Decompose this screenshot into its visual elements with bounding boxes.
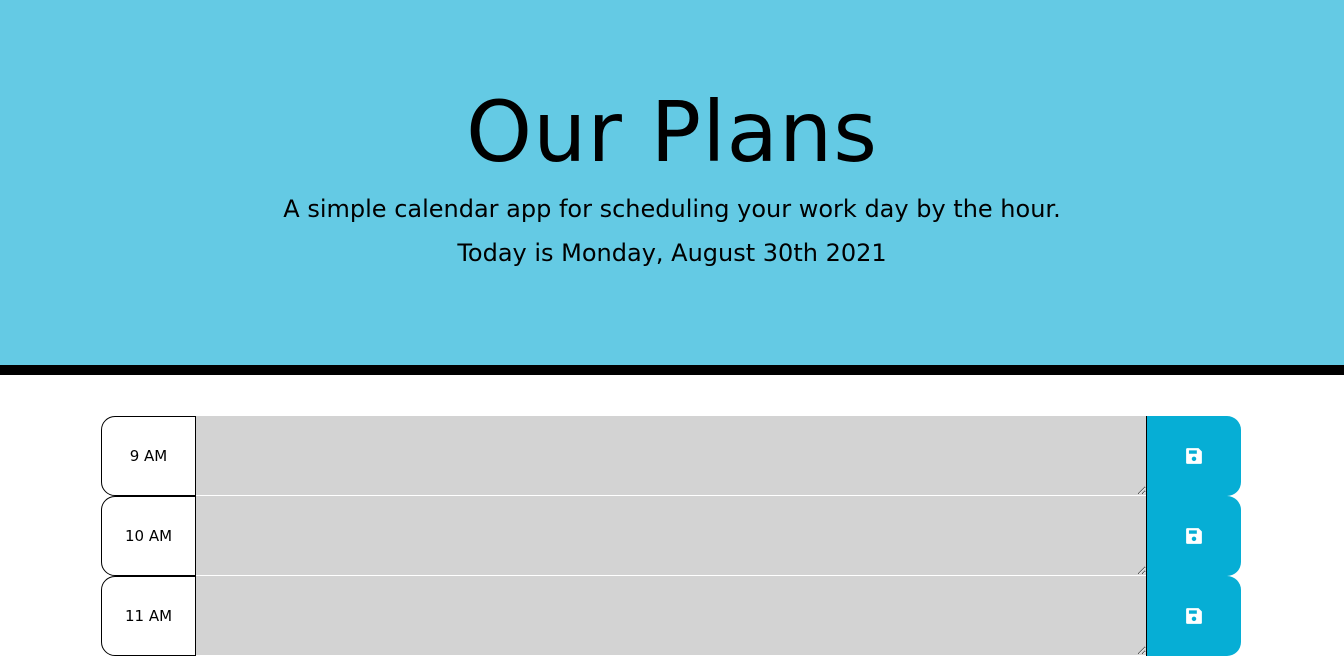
event-description-field[interactable]: [196, 576, 1146, 656]
page-title: Our Plans: [465, 83, 879, 181]
save-button[interactable]: [1146, 416, 1241, 496]
hour-label: 10 AM: [101, 496, 196, 576]
planner: 9 AM 10 AM 11 AM: [101, 416, 1241, 656]
floppy-disk-icon: [1185, 607, 1203, 625]
current-day: Today is Monday, August 30th 2021: [457, 239, 887, 267]
time-block-10am: 10 AM: [101, 496, 1241, 576]
time-block-11am: 11 AM: [101, 576, 1241, 656]
save-button[interactable]: [1146, 576, 1241, 656]
page-lead: A simple calendar app for scheduling you…: [283, 195, 1061, 223]
time-block-9am: 9 AM: [101, 416, 1241, 496]
save-button[interactable]: [1146, 496, 1241, 576]
event-description-field[interactable]: [196, 496, 1146, 576]
event-description-field[interactable]: [196, 416, 1146, 496]
floppy-disk-icon: [1185, 527, 1203, 545]
header: Our Plans A simple calendar app for sche…: [0, 0, 1344, 375]
hour-label: 9 AM: [101, 416, 196, 496]
floppy-disk-icon: [1185, 447, 1203, 465]
hour-label: 11 AM: [101, 576, 196, 656]
